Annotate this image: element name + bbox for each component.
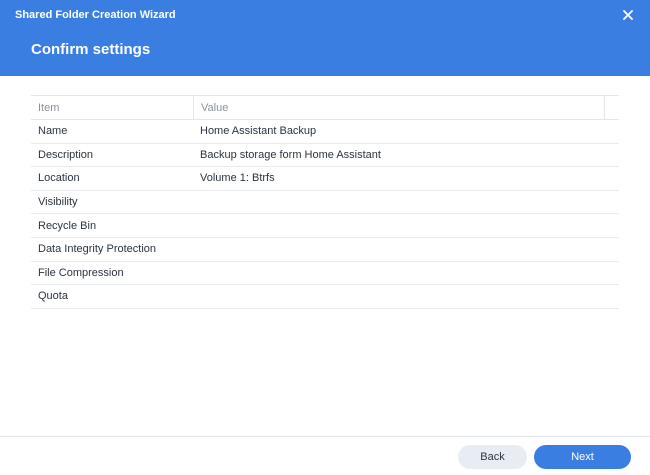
table-cell-value: Volume 1: Btrfs — [193, 167, 604, 190]
row-item-label: Visibility — [38, 196, 78, 209]
table-row[interactable]: Data Integrity Protection — [31, 238, 619, 262]
wizard-header: Shared Folder Creation Wizard Confirm se… — [0, 0, 650, 76]
close-icon — [623, 10, 633, 20]
wizard-dialog: Shared Folder Creation Wizard Confirm se… — [0, 0, 650, 475]
row-item-label: Recycle Bin — [38, 219, 97, 232]
row-item-label: Quota — [38, 290, 68, 303]
row-value-label: Backup storage form Home Assistant — [200, 148, 381, 161]
table-cell-value — [193, 238, 604, 261]
table-row[interactable]: Visibility — [31, 191, 619, 215]
table-cell-item: Data Integrity Protection — [31, 238, 193, 261]
back-button[interactable]: Back — [458, 445, 527, 469]
column-header-item-label: Item — [38, 101, 60, 114]
grid-header: Item Value — [31, 96, 619, 120]
table-cell-value: Backup storage form Home Assistant — [193, 144, 604, 167]
row-item-label: Name — [38, 125, 68, 138]
table-row[interactable]: Name Home Assistant Backup — [31, 120, 619, 144]
table-cell-item: Location — [31, 167, 193, 190]
column-header-spacer — [604, 96, 619, 119]
table-row[interactable]: Quota — [31, 285, 619, 309]
close-button[interactable] — [617, 5, 639, 25]
row-value-label: Home Assistant Backup — [200, 125, 317, 138]
table-cell-value — [193, 285, 604, 308]
row-value-label: Volume 1: Btrfs — [200, 172, 275, 185]
column-header-value-label: Value — [201, 101, 229, 114]
next-button[interactable]: Next — [534, 445, 631, 469]
grid-body: Name Home Assistant Backup Description Back… — [31, 120, 619, 309]
column-header-item[interactable]: Item — [31, 96, 193, 119]
table-cell-item: Visibility — [31, 191, 193, 214]
table-cell-value — [193, 214, 604, 237]
row-item-label: Data Integrity Protection — [38, 243, 157, 256]
row-item-label: Location — [38, 172, 80, 185]
table-cell-item: Description — [31, 144, 193, 167]
row-item-label: Description — [38, 148, 94, 161]
table-cell-value: Home Assistant Backup — [193, 120, 604, 143]
table-cell-item: Quota — [31, 285, 193, 308]
table-row[interactable]: Recycle Bin — [31, 214, 619, 238]
window-title: Shared Folder Creation Wizard — [15, 9, 176, 21]
settings-grid: Item Value Name Home Assistant Backup Desc… — [31, 95, 619, 309]
table-row[interactable]: Description Backup storage form Home Assi… — [31, 144, 619, 168]
column-header-value[interactable]: Value — [193, 96, 604, 119]
table-row[interactable]: Location Volume 1: Btrfs — [31, 167, 619, 191]
step-title: Confirm settings — [31, 41, 151, 58]
table-cell-item: Recycle Bin — [31, 214, 193, 237]
table-cell-value — [193, 191, 604, 214]
table-row[interactable]: File Compression — [31, 262, 619, 286]
row-item-label: File Compression — [38, 266, 124, 279]
table-cell-item: Name — [31, 120, 193, 143]
table-cell-value — [193, 262, 604, 285]
table-cell-item: File Compression — [31, 262, 193, 285]
